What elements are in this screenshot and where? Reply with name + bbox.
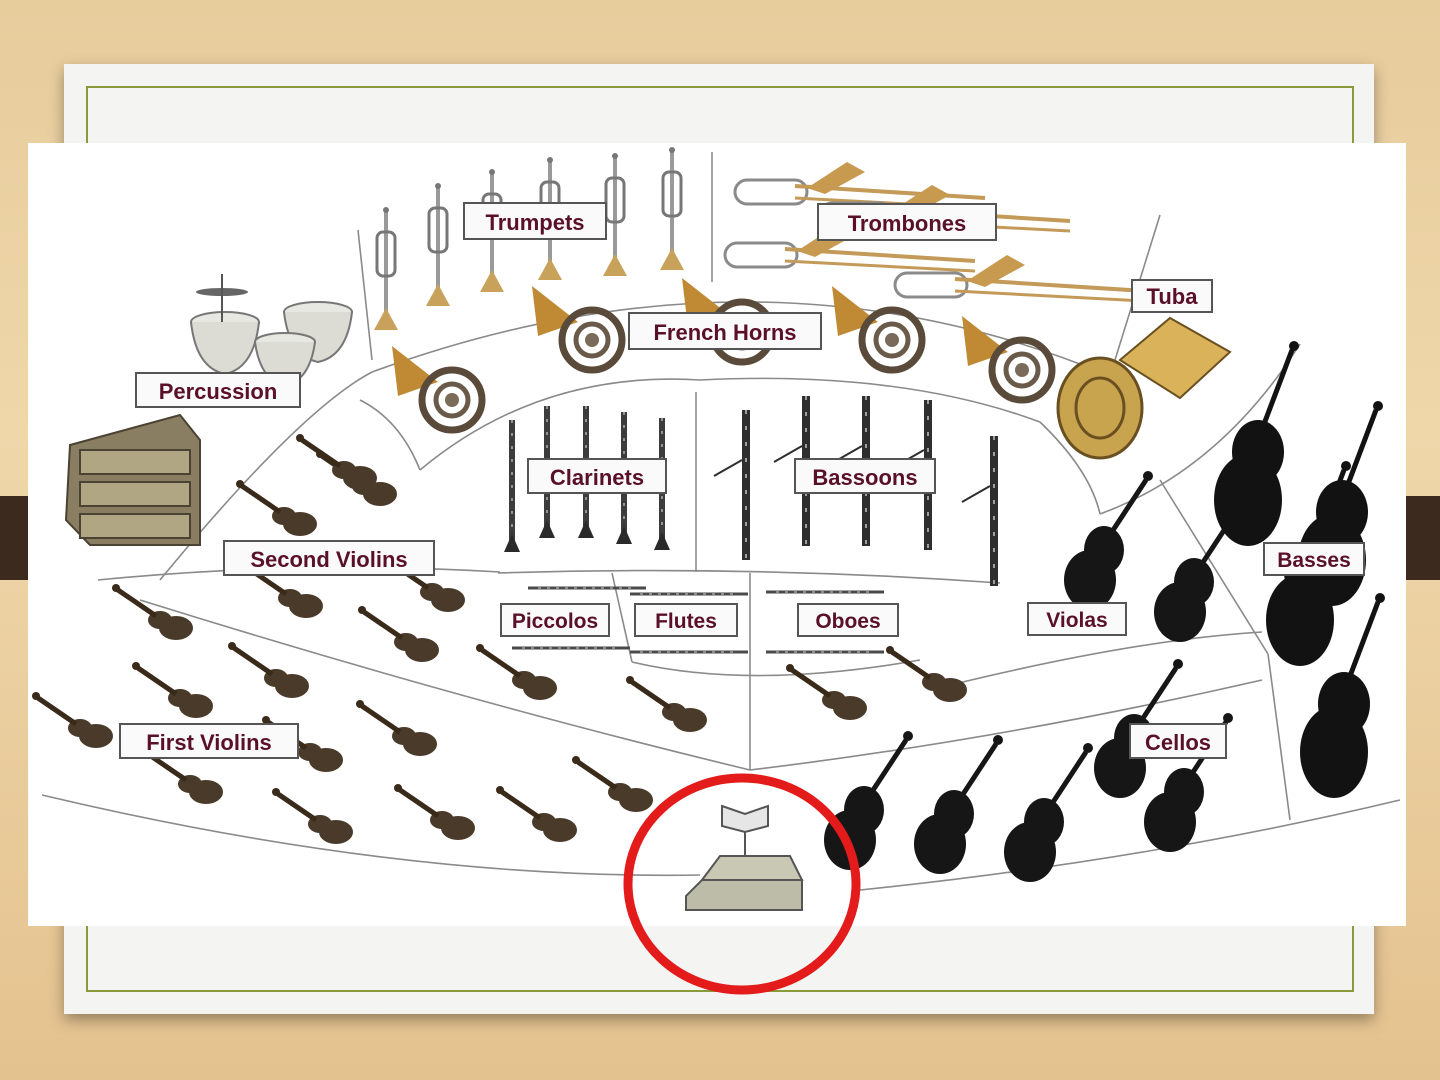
label-bassoons-text: Bassoons (812, 465, 917, 490)
label-violas-text: Violas (1046, 609, 1107, 632)
label-percussion: Percussion (135, 372, 301, 408)
label-piccolos: Piccolos (500, 603, 610, 637)
french-horn-instruments (392, 278, 1052, 430)
label-second-violins-text: Second Violins (250, 547, 407, 572)
tuba-instrument (1056, 316, 1232, 460)
label-trumpets: Trumpets (463, 202, 607, 240)
label-tuba-text: Tuba (1147, 284, 1199, 309)
label-oboes: Oboes (797, 603, 899, 637)
label-french-horns: French Horns (628, 312, 822, 350)
orchestra-seating-diagram: Trumpets Trombones Tuba Percussion Frenc… (0, 145, 1401, 995)
label-flutes-text: Flutes (655, 610, 717, 633)
label-flutes: Flutes (634, 603, 738, 637)
label-french-horns-text: French Horns (653, 320, 796, 345)
label-basses: Basses (1263, 542, 1365, 576)
label-clarinets: Clarinets (527, 458, 667, 494)
conductor-podium (685, 804, 804, 911)
label-trombones-text: Trombones (848, 211, 967, 236)
label-oboes-text: Oboes (815, 610, 880, 633)
label-clarinets-text: Clarinets (550, 465, 644, 490)
label-trumpets-text: Trumpets (485, 210, 584, 235)
label-tuba: Tuba (1131, 279, 1213, 313)
viola-instruments (786, 471, 1243, 720)
label-trombones: Trombones (817, 203, 997, 241)
label-second-violins: Second Violins (223, 540, 435, 576)
label-basses-text: Basses (1277, 549, 1351, 572)
label-violas: Violas (1027, 602, 1127, 636)
label-percussion-text: Percussion (159, 379, 278, 404)
label-cellos: Cellos (1129, 723, 1227, 759)
label-cellos-text: Cellos (1145, 730, 1211, 755)
label-piccolos-text: Piccolos (512, 610, 598, 633)
label-bassoons: Bassoons (794, 458, 936, 494)
cello-instruments (824, 659, 1233, 882)
label-first-violins-text: First Violins (146, 730, 272, 755)
percussion-instruments (64, 274, 353, 546)
label-first-violins: First Violins (119, 723, 299, 759)
